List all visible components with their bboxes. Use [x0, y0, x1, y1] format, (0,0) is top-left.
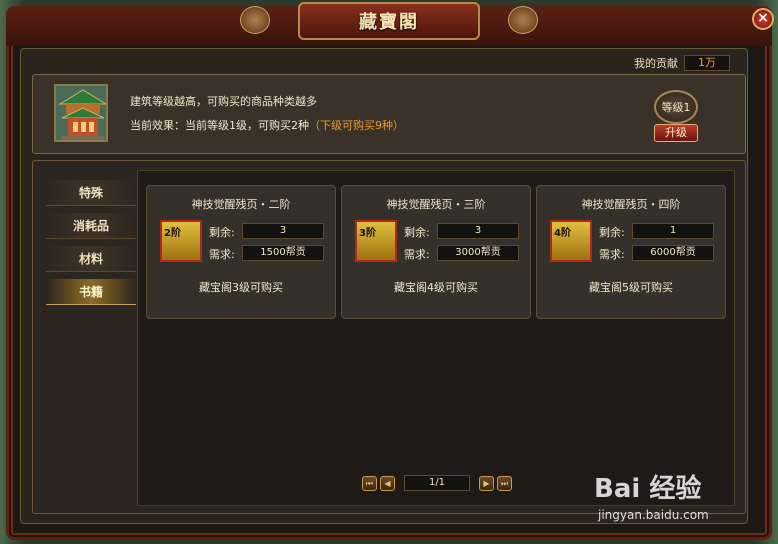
pagination: ⏮ ◀ 1/1 ▶ ⏭ [362, 474, 515, 492]
first-page-icon[interactable]: ⏮ [362, 475, 377, 491]
item-card[interactable]: 神技觉醒残页・二阶 2阶 剩余: 3 需求: 1500帮贡 藏宝阁3级可购买 [146, 185, 336, 319]
cost-label: 需求: [599, 248, 625, 261]
item-title: 神技觉醒残页・二阶 [191, 198, 291, 211]
remaining-value: 3 [437, 223, 519, 239]
page-indicator: 1/1 [404, 475, 470, 491]
ornament-right-icon [508, 6, 538, 34]
upgrade-button[interactable]: 升级 [654, 124, 698, 142]
item-card[interactable]: 神技觉醒残页・三阶 3阶 剩余: 3 需求: 3000帮贡 藏宝阁4级可购买 [341, 185, 531, 319]
info-panel [32, 74, 746, 154]
remaining-label: 剩余: [404, 226, 430, 239]
remaining-label: 剩余: [209, 226, 235, 239]
item-card[interactable]: 神技觉醒残页・四阶 4阶 剩余: 1 需求: 6000帮贡 藏宝阁5级可购买 [536, 185, 726, 319]
watermark-logo: Bai 经验 [594, 474, 702, 504]
pavilion-building-graphic [56, 86, 106, 140]
cost-value: 1500帮贡 [242, 245, 324, 261]
tab-consumables[interactable]: 消耗品 [46, 213, 136, 239]
info-current-effect: 当前效果：当前等级1级，可购买2种（下级可购买9种） [130, 117, 404, 133]
watermark-url: jingyan.baidu.com [598, 508, 709, 522]
purchase-requirement: 藏宝阁4级可购买 [394, 281, 478, 294]
book-item-icon[interactable]: 2阶 [160, 220, 202, 262]
cost-label: 需求: [209, 248, 235, 261]
last-page-icon[interactable]: ⏭ [497, 475, 512, 491]
remaining-value: 3 [242, 223, 324, 239]
tab-materials[interactable]: 材料 [46, 246, 136, 272]
book-item-icon[interactable]: 4阶 [550, 220, 592, 262]
close-button[interactable]: × [752, 8, 774, 30]
level-badge: 等级1 [654, 90, 698, 124]
item-tier-label: 4阶 [554, 228, 571, 239]
purchase-requirement: 藏宝阁5级可购买 [589, 281, 673, 294]
prev-page-icon[interactable]: ◀ [380, 475, 395, 491]
info-description: 建筑等级越高，可购买的商品种类越多 [130, 95, 317, 108]
category-tabs: 特殊 消耗品 材料 书籍 [46, 180, 136, 312]
book-item-icon[interactable]: 3阶 [355, 220, 397, 262]
current-effect-text: 当前效果：当前等级1级，可购买2种 [130, 119, 309, 132]
item-title: 神技觉醒残页・三阶 [386, 198, 486, 211]
contribution-display: 我的贡献 1万 [634, 54, 730, 72]
remaining-value: 1 [632, 223, 714, 239]
title-plate: 藏寶閣 [298, 2, 480, 40]
contribution-value: 1万 [684, 55, 730, 71]
tab-special[interactable]: 特殊 [46, 180, 136, 206]
next-level-effect-text: （下级可购买9种） [309, 119, 404, 132]
next-page-icon[interactable]: ▶ [479, 475, 494, 491]
cost-value: 3000帮贡 [437, 245, 519, 261]
remaining-label: 剩余: [599, 226, 625, 239]
item-tier-label: 2阶 [164, 228, 181, 239]
cost-label: 需求: [404, 248, 430, 261]
item-tier-label: 3阶 [359, 228, 376, 239]
window-title: 藏寶閣 [359, 12, 419, 33]
tab-books[interactable]: 书籍 [46, 279, 136, 305]
item-title: 神技觉醒残页・四阶 [581, 198, 681, 211]
cost-value: 6000帮贡 [632, 245, 714, 261]
baidu-watermark: Bai 经验 jingyan.baidu.com [594, 458, 744, 528]
ornament-left-icon [240, 6, 270, 34]
contribution-label: 我的贡献 [634, 57, 678, 70]
purchase-requirement: 藏宝阁3级可购买 [199, 281, 283, 294]
pavilion-building-icon [54, 84, 108, 142]
